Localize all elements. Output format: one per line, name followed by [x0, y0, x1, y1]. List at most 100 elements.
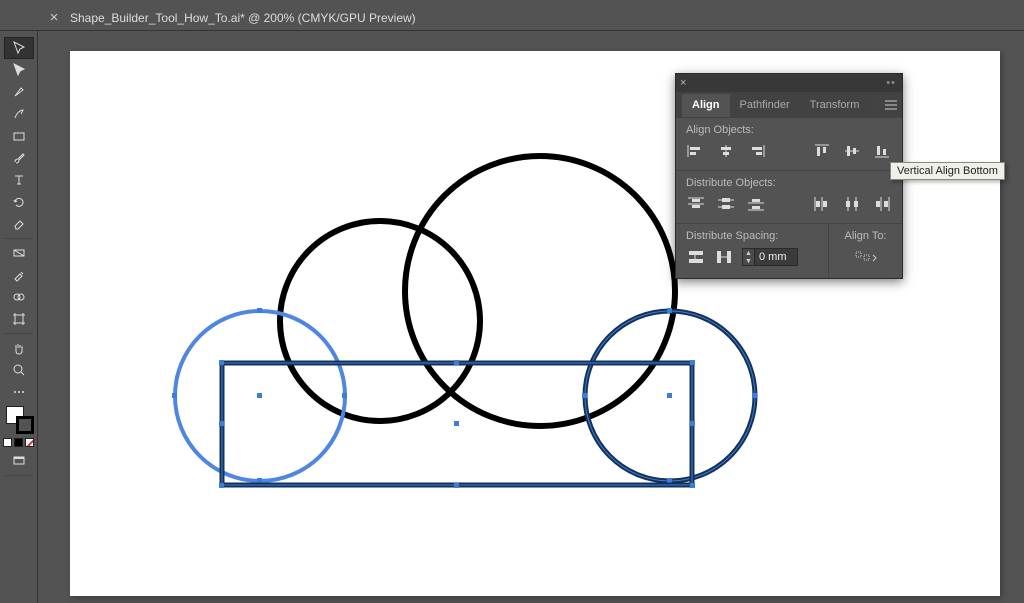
vertical-align-bottom-button[interactable]	[872, 142, 892, 160]
distribute-objects-label: Distribute Objects:	[686, 177, 892, 189]
white-cursor-icon	[12, 63, 26, 77]
shape-builder-icon	[12, 290, 26, 304]
selection-tool[interactable]	[4, 37, 34, 59]
shape-builder-tool[interactable]	[4, 286, 34, 308]
h-dist-space-icon	[716, 250, 732, 264]
v-align-top-icon	[814, 144, 830, 158]
vertical-distribute-center-button[interactable]	[716, 195, 736, 213]
color-mode-row	[3, 438, 34, 447]
rotate-icon	[12, 195, 26, 209]
tooltip-vertical-align-bottom: Vertical Align Bottom	[890, 162, 1005, 180]
v-dist-center-icon	[717, 197, 735, 211]
vertical-distribute-bottom-button[interactable]	[746, 195, 766, 213]
align-to-label: Align To:	[837, 230, 894, 242]
close-document-button[interactable]: ×	[44, 8, 64, 28]
horizontal-align-right-button[interactable]	[746, 142, 766, 160]
vertical-distribute-top-button[interactable]	[686, 195, 706, 213]
spacing-value-input[interactable]: ▲ ▼ 0 mm	[742, 248, 798, 266]
curvature-tool[interactable]	[4, 103, 34, 125]
v-dist-space-icon	[688, 250, 704, 264]
shape-rectangle-selected[interactable]	[218, 359, 696, 489]
direct-selection-tool[interactable]	[4, 59, 34, 81]
vertical-align-center-button[interactable]	[842, 142, 862, 160]
spacing-decrement-button[interactable]: ▼	[743, 257, 754, 265]
fill-stroke-chips[interactable]	[4, 406, 34, 436]
tools-panel	[0, 31, 38, 603]
panel-gripper-icon[interactable]: ••	[886, 77, 896, 89]
align-panel: × •• Align Pathfinder Transform Align Ob…	[675, 73, 903, 279]
v-dist-top-icon	[687, 197, 705, 211]
stroke-chip[interactable]	[16, 416, 34, 434]
color-mode-none[interactable]	[25, 438, 34, 447]
eyedropper-tool[interactable]	[4, 264, 34, 286]
spacing-value-field[interactable]: 0 mm	[755, 250, 797, 264]
horizontal-align-left-button[interactable]	[686, 142, 706, 160]
align-to-section: Align To:	[828, 224, 902, 278]
toolbar-divider	[5, 475, 33, 476]
distribute-objects-section: Distribute Objects:	[676, 171, 902, 223]
edit-toolbar-button[interactable]	[4, 381, 34, 403]
h-align-center-icon	[717, 144, 735, 158]
pen-tool[interactable]	[4, 81, 34, 103]
v-dist-bottom-icon	[747, 197, 765, 211]
distribute-spacing-section: Distribute Spacing: ▲ ▼ 0 mm	[676, 224, 828, 278]
rotate-tool[interactable]	[4, 191, 34, 213]
eyedropper-icon	[12, 268, 26, 282]
vertical-distribute-space-button[interactable]	[686, 248, 706, 266]
panel-titlebar[interactable]: × ••	[676, 74, 902, 92]
vertical-align-top-button[interactable]	[812, 142, 832, 160]
paintbrush-tool[interactable]	[4, 147, 34, 169]
spacing-increment-button[interactable]: ▲	[743, 249, 754, 257]
brush-icon	[12, 151, 26, 165]
panel-bottom-row: Distribute Spacing: ▲ ▼ 0 mm Align To:	[676, 223, 902, 278]
v-align-bottom-icon	[874, 144, 890, 158]
rectangle-tool[interactable]	[4, 125, 34, 147]
gradient-tool[interactable]	[4, 242, 34, 264]
menu-icon	[884, 100, 898, 110]
horizontal-distribute-left-button[interactable]	[812, 195, 832, 213]
toolbar-divider	[5, 333, 33, 334]
pen-icon	[12, 85, 26, 99]
gradient-icon	[12, 246, 26, 260]
panel-menu-button[interactable]	[878, 92, 902, 118]
v-align-center-icon	[844, 144, 860, 158]
type-icon	[12, 173, 26, 187]
horizontal-align-center-button[interactable]	[716, 142, 736, 160]
hand-icon	[12, 341, 26, 355]
toolbar-divider	[5, 238, 33, 239]
tab-align[interactable]: Align	[682, 94, 730, 117]
zoom-tool[interactable]	[4, 359, 34, 381]
document-title: Shape_Builder_Tool_How_To.ai* @ 200% (CM…	[70, 11, 416, 25]
horizontal-distribute-right-button[interactable]	[872, 195, 892, 213]
artboard-tool[interactable]	[4, 308, 34, 330]
align-to-icon	[855, 250, 877, 266]
h-align-left-icon	[687, 144, 705, 158]
distribute-spacing-label: Distribute Spacing:	[686, 230, 818, 242]
document-tab-bar: × Shape_Builder_Tool_How_To.ai* @ 200% (…	[0, 5, 1024, 31]
eraser-icon	[12, 217, 26, 231]
tab-transform[interactable]: Transform	[800, 94, 870, 117]
eraser-tool[interactable]	[4, 213, 34, 235]
align-objects-section: Align Objects:	[676, 118, 902, 170]
screen-mode-button[interactable]	[4, 450, 34, 472]
hand-tool[interactable]	[4, 337, 34, 359]
rectangle-icon	[12, 129, 26, 143]
h-dist-right-icon	[874, 197, 890, 211]
h-align-right-icon	[747, 144, 765, 158]
align-objects-label: Align Objects:	[686, 124, 892, 136]
curve-pen-icon	[12, 107, 26, 121]
cursor-icon	[12, 41, 26, 55]
screen-icon	[12, 454, 26, 468]
horizontal-distribute-center-button[interactable]	[842, 195, 862, 213]
h-dist-center-icon	[844, 197, 860, 211]
color-mode-gradient[interactable]	[14, 438, 23, 447]
horizontal-distribute-space-button[interactable]	[714, 248, 734, 266]
more-icon	[12, 389, 26, 395]
color-mode-color[interactable]	[3, 438, 12, 447]
align-to-selector[interactable]	[837, 248, 894, 268]
panel-close-button[interactable]: ×	[680, 77, 686, 89]
tab-pathfinder[interactable]: Pathfinder	[730, 94, 800, 117]
panel-tabs: Align Pathfinder Transform	[676, 92, 902, 118]
artboard-icon	[12, 312, 26, 326]
type-tool[interactable]	[4, 169, 34, 191]
